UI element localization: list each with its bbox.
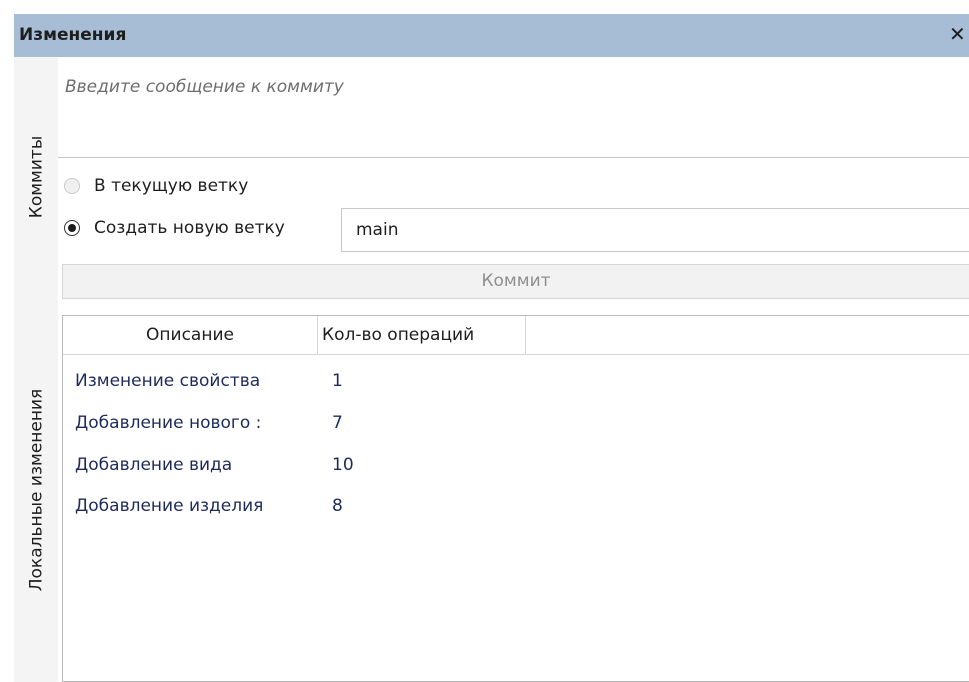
row-operations-count: 8 [332,496,343,516]
table-header: Описание Кол-во операций [63,316,969,355]
row-operations-count: 10 [332,455,354,475]
table-row[interactable]: Добавление изделия 8 [63,486,969,526]
radio-new-branch-button[interactable] [64,220,80,236]
row-description: Добавление изделия [75,496,264,516]
tab-local-changes-label: Локальные изменения [26,388,46,591]
radio-current-branch-button[interactable] [64,178,80,194]
row-operations-count: 7 [332,413,343,433]
vertical-tab-strip: Коммиты Локальные изменения [14,57,58,682]
commit-button[interactable]: Коммит [62,264,969,299]
radio-current-branch-label: В текущую ветку [94,176,249,196]
row-operations-count: 1 [332,371,343,391]
tab-local-changes[interactable]: Локальные изменения [14,297,58,682]
branch-name-input[interactable]: main [341,208,969,252]
close-icon[interactable]: ✕ [949,22,966,46]
panel-title: Изменения [19,25,127,45]
commit-message-placeholder: Введите сообщение к коммиту [65,77,344,97]
column-header-description[interactable]: Описание [63,316,318,354]
tab-commits-label: Коммиты [26,135,46,219]
radio-new-branch-label: Создать новую ветку [94,218,285,238]
tab-commits[interactable]: Коммиты [14,57,58,297]
column-header-operations-count[interactable]: Кол-во операций [318,316,526,354]
row-description: Изменение свойства [75,371,261,391]
radio-current-branch[interactable]: В текущую ветку [64,172,248,200]
row-description: Добавление вида [75,455,233,475]
commit-message-input[interactable]: Введите сообщение к коммиту [58,57,969,158]
title-bar: Изменения ✕ [14,14,969,57]
local-changes-table: Описание Кол-во операций Изменение свойс… [62,315,969,682]
changes-panel: Изменения ✕ Коммиты Локальные изменения … [0,0,969,682]
row-description: Добавление нового : [75,413,262,433]
table-row[interactable]: Изменение свойства 1 [63,361,969,401]
table-row[interactable]: Добавление нового : 7 [63,403,969,443]
table-row[interactable]: Добавление вида 10 [63,445,969,485]
radio-new-branch[interactable]: Создать новую ветку [64,214,285,242]
